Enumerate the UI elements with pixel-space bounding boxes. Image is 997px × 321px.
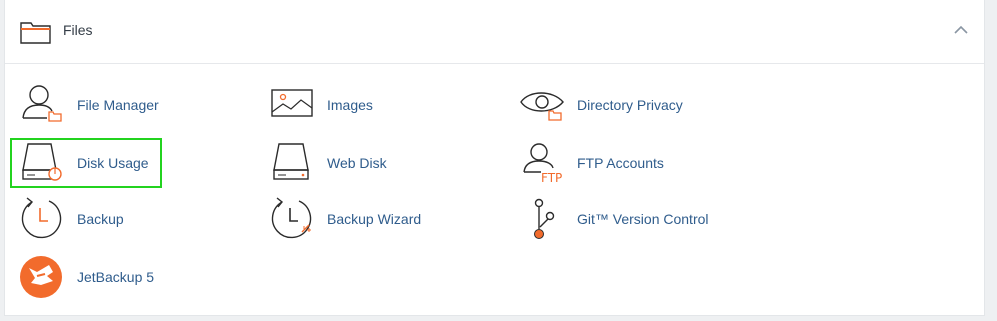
git-version-control-link[interactable]: Git™ Version Control [519, 196, 739, 244]
item-label: Web Disk [327, 155, 387, 171]
section-title: Files [63, 22, 93, 38]
jetbackup-icon [20, 256, 62, 298]
item-label: Images [327, 97, 373, 113]
ftp-accounts-icon: FTP [523, 143, 562, 185]
item-label: Git™ Version Control [577, 211, 709, 227]
files-section: Files File Manager Images Directory Priv… [4, 0, 985, 316]
folder-icon [20, 22, 51, 44]
item-label: JetBackup 5 [77, 269, 155, 285]
item-label: FTP Accounts [577, 155, 664, 171]
item-label: Directory Privacy [577, 97, 683, 113]
disk-usage-highlight [10, 138, 162, 188]
images-icon [271, 89, 313, 117]
jetbackup-link[interactable]: JetBackup 5 [19, 254, 219, 302]
item-label: Backup [77, 211, 124, 227]
directory-privacy-icon [520, 92, 564, 121]
git-version-control-icon [534, 198, 555, 239]
item-label: Backup Wizard [327, 211, 422, 227]
ftp-accounts-link[interactable]: FTP FTP Accounts [519, 140, 719, 188]
backup-link[interactable]: Backup [19, 196, 219, 244]
web-disk-link[interactable]: Web Disk [269, 140, 469, 188]
chevron-up-icon[interactable] [954, 25, 968, 35]
item-label: File Manager [77, 97, 159, 113]
web-disk-icon [273, 143, 309, 180]
backup-wizard-icon [271, 197, 312, 239]
section-header[interactable]: Files [5, 0, 984, 64]
images-link[interactable]: Images [269, 82, 469, 130]
backup-wizard-link[interactable]: Backup Wizard [269, 196, 469, 244]
backup-icon [21, 197, 62, 239]
file-manager-link[interactable]: File Manager [19, 82, 219, 130]
file-manager-icon [22, 85, 62, 122]
ftp-text: FTP [541, 171, 562, 185]
directory-privacy-link[interactable]: Directory Privacy [519, 82, 739, 130]
